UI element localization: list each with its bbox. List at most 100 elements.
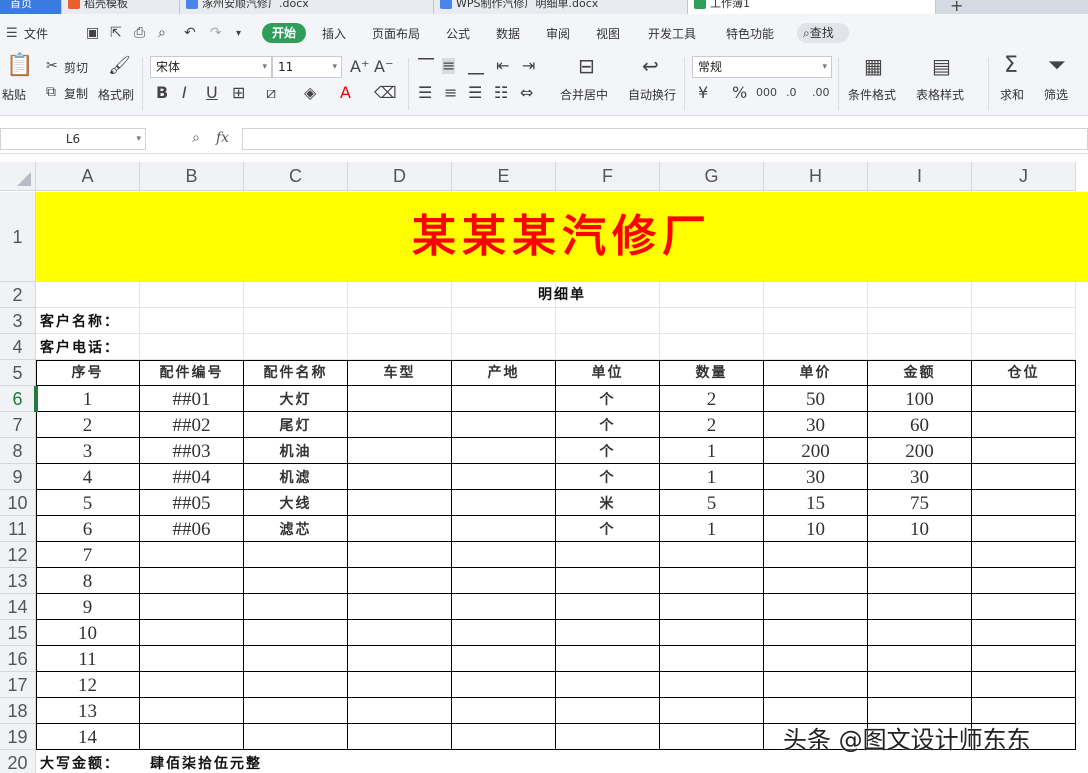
table-cell[interactable] — [452, 412, 556, 438]
table-cell[interactable]: 10 — [868, 516, 972, 542]
row-header[interactable]: 3 — [0, 308, 36, 334]
table-cell[interactable] — [244, 620, 348, 646]
merge-center-icon[interactable]: ⊟ — [578, 56, 595, 76]
table-cell[interactable] — [556, 646, 660, 672]
table-header-cell[interactable]: 仓位 — [972, 360, 1076, 386]
row-header[interactable]: 13 — [0, 568, 36, 594]
table-cell[interactable] — [348, 724, 452, 750]
table-cell[interactable] — [452, 516, 556, 542]
paste-button[interactable]: 粘贴 — [2, 86, 26, 103]
percent-icon[interactable]: % — [732, 85, 747, 101]
table-cell[interactable] — [972, 594, 1076, 620]
table-header-cell[interactable]: 数量 — [660, 360, 764, 386]
table-cell[interactable] — [556, 620, 660, 646]
empty-cell[interactable] — [140, 334, 244, 360]
row-header[interactable]: 15 — [0, 620, 36, 646]
column-header-c[interactable]: C — [244, 162, 348, 191]
search-command[interactable]: ⌕查找 — [797, 23, 849, 43]
table-cell[interactable] — [244, 672, 348, 698]
copy-button[interactable]: 复制 — [64, 85, 88, 102]
table-cell[interactable] — [868, 542, 972, 568]
tab-doc-2[interactable]: WPS制作汽修厂明细单.docx — [434, 0, 688, 14]
tab-view[interactable]: 视图 — [596, 25, 620, 42]
fill-color-icon[interactable]: ◈ — [304, 85, 316, 101]
tab-review[interactable]: 审阅 — [546, 25, 570, 42]
table-cell[interactable]: 7 — [36, 542, 140, 568]
table-cell[interactable] — [452, 698, 556, 724]
column-header-d[interactable]: D — [348, 162, 452, 191]
table-cell[interactable] — [452, 438, 556, 464]
table-cell[interactable]: 1 — [660, 464, 764, 490]
table-cell[interactable] — [140, 620, 244, 646]
table-cell[interactable] — [556, 568, 660, 594]
table-cell[interactable]: 10 — [36, 620, 140, 646]
row-header[interactable]: 1 — [0, 192, 36, 282]
table-cell[interactable]: 10 — [764, 516, 868, 542]
scissors-icon[interactable]: ✂ — [46, 58, 58, 74]
tab-formulas[interactable]: 公式 — [446, 25, 470, 42]
table-cell[interactable]: 100 — [868, 386, 972, 412]
italic-icon[interactable]: I — [182, 85, 187, 101]
merge-center-button[interactable]: 合并居中 — [560, 86, 608, 103]
row-header[interactable]: 11 — [0, 516, 36, 542]
table-cell[interactable]: 2 — [660, 412, 764, 438]
row-header[interactable]: 10 — [0, 490, 36, 516]
table-cell[interactable]: 75 — [868, 490, 972, 516]
distributed-icon[interactable]: ⇔ — [520, 85, 533, 101]
tab-home[interactable]: 首页 — [0, 0, 62, 14]
table-cell[interactable]: 3 — [36, 438, 140, 464]
table-cell[interactable]: 60 — [868, 412, 972, 438]
conditional-format-icon[interactable]: ▦ — [864, 56, 883, 76]
table-cell[interactable]: 15 — [764, 490, 868, 516]
tab-daoke-templates[interactable]: 稻壳模板 — [62, 0, 180, 14]
table-cell[interactable] — [972, 438, 1076, 464]
format-painter-icon[interactable]: 🖌 — [108, 57, 131, 75]
table-cell[interactable]: 5 — [36, 490, 140, 516]
align-right-icon[interactable]: ☰ — [468, 85, 482, 101]
table-cell[interactable] — [348, 542, 452, 568]
table-cell[interactable] — [972, 516, 1076, 542]
table-cell[interactable] — [348, 646, 452, 672]
table-cell[interactable] — [140, 698, 244, 724]
table-cell[interactable]: 大线 — [244, 490, 348, 516]
table-cell[interactable]: 1 — [36, 386, 140, 412]
column-header-h[interactable]: H — [764, 162, 868, 191]
row-header[interactable]: 4 — [0, 334, 36, 360]
name-box[interactable]: L6 ▾ — [0, 128, 146, 150]
table-cell[interactable]: ##06 — [140, 516, 244, 542]
empty-cell[interactable] — [660, 334, 764, 360]
thousands-separator-icon[interactable]: 000 — [756, 85, 777, 101]
table-cell[interactable] — [764, 672, 868, 698]
font-name-select[interactable]: 宋体 ▾ — [150, 56, 272, 78]
hamburger-icon[interactable]: ☰ — [6, 26, 18, 42]
justify-icon[interactable]: ☷ — [494, 85, 508, 101]
table-cell[interactable] — [556, 542, 660, 568]
table-cell[interactable] — [556, 724, 660, 750]
column-header-i[interactable]: I — [868, 162, 972, 191]
row-header[interactable]: 5 — [0, 360, 36, 386]
table-cell[interactable] — [868, 672, 972, 698]
table-cell[interactable] — [244, 698, 348, 724]
table-cell[interactable] — [348, 594, 452, 620]
table-cell[interactable] — [348, 672, 452, 698]
table-header-cell[interactable]: 车型 — [348, 360, 452, 386]
clear-format-icon[interactable]: ⌫ — [374, 85, 397, 101]
outdent-icon[interactable]: ⇤ — [496, 58, 509, 74]
wrap-text-button[interactable]: 自动换行 — [628, 86, 676, 103]
table-cell[interactable]: 12 — [36, 672, 140, 698]
select-all-corner[interactable] — [0, 162, 36, 191]
table-cell[interactable]: 13 — [36, 698, 140, 724]
table-cell[interactable]: 11 — [36, 646, 140, 672]
table-cell[interactable] — [764, 568, 868, 594]
table-cell[interactable]: 14 — [36, 724, 140, 750]
table-cell[interactable] — [452, 724, 556, 750]
row-header[interactable]: 14 — [0, 594, 36, 620]
table-cell[interactable]: ##02 — [140, 412, 244, 438]
underline-icon[interactable]: U — [206, 85, 218, 101]
row-header[interactable]: 18 — [0, 698, 36, 724]
table-cell[interactable] — [660, 594, 764, 620]
table-cell[interactable] — [556, 672, 660, 698]
table-cell[interactable] — [972, 620, 1076, 646]
table-cell[interactable]: 200 — [764, 438, 868, 464]
empty-cell[interactable] — [868, 308, 972, 334]
